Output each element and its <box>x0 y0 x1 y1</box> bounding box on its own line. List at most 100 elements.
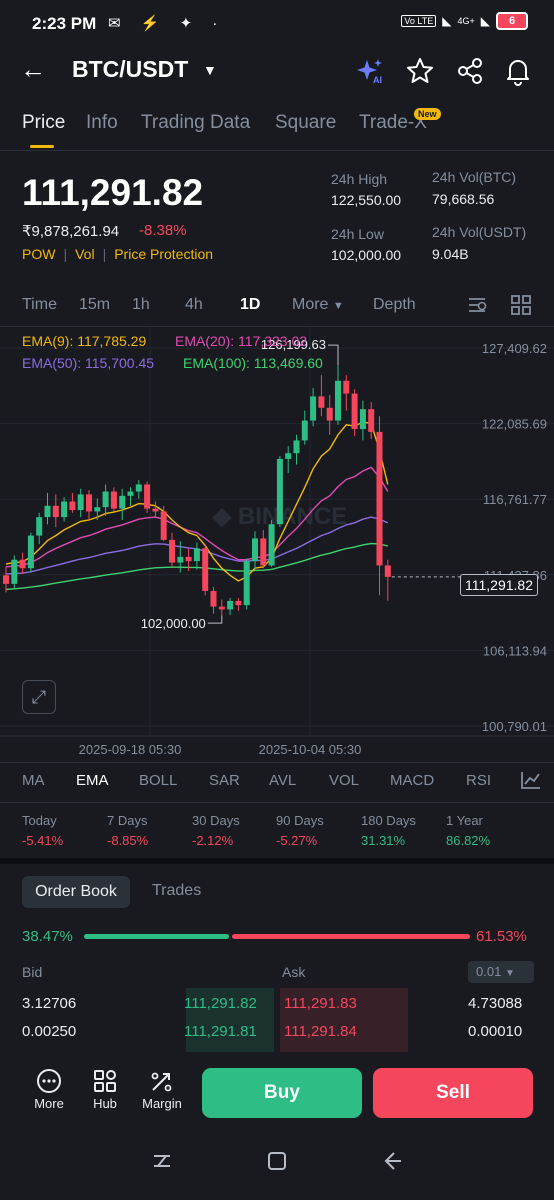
candle-body <box>44 505 51 518</box>
sell-button[interactable]: Sell <box>373 1068 533 1118</box>
candle-body <box>77 494 84 511</box>
bid-ratio-label: 38.47% <box>22 928 73 945</box>
perf-value-90d: -5.27% <box>276 833 318 848</box>
tab-square[interactable]: Square <box>275 112 336 134</box>
network-type-indicator: 4G+ <box>457 16 475 26</box>
tag-price-protection[interactable]: Price Protection <box>114 246 213 262</box>
tag-pow[interactable]: POW <box>22 246 55 262</box>
back-nav-icon[interactable] <box>380 1150 404 1179</box>
tab-trading-data[interactable]: Trading Data <box>141 112 250 134</box>
tab-info[interactable]: Info <box>86 112 118 134</box>
chevron-down-icon[interactable]: ▼ <box>203 62 217 78</box>
tab-price[interactable]: Price <box>22 112 65 134</box>
candle-body <box>376 431 383 566</box>
star-icon[interactable] <box>405 56 435 86</box>
last-price: 111,291.82 <box>22 172 204 213</box>
nav-hub[interactable]: Hub <box>79 1068 131 1111</box>
precision-value: 0.01 <box>476 964 502 979</box>
bid-qty: 0.00250 <box>22 1023 77 1040</box>
tag-separator: | <box>102 246 107 262</box>
nav-more[interactable]: More <box>23 1068 75 1111</box>
indicator-vol[interactable]: VOL <box>329 772 359 789</box>
bid-qty: 3.12706 <box>22 995 77 1012</box>
ask-price[interactable]: 111,291.83 <box>284 995 357 1012</box>
share-icon[interactable] <box>455 56 485 86</box>
home-icon[interactable] <box>266 1150 288 1179</box>
signal-icon: ◣ <box>480 14 490 28</box>
tf-depth[interactable]: Depth <box>373 296 416 314</box>
indicator-boll[interactable]: BOLL <box>139 772 177 789</box>
tf-1h[interactable]: 1h <box>132 296 150 314</box>
tf-1d[interactable]: 1D <box>240 296 260 314</box>
precision-select[interactable]: 0.01 ▼ <box>468 961 534 983</box>
indicator-avl[interactable]: AVL <box>269 772 296 789</box>
indicator-rsi[interactable]: RSI <box>466 772 491 789</box>
indicator-chart-icon[interactable] <box>520 770 542 795</box>
candle-body <box>368 409 375 432</box>
candlestick-chart[interactable]: 127,409.62122,085.69116,761.77111,437.86… <box>0 326 554 762</box>
bid-price[interactable]: 111,291.82 <box>184 995 257 1012</box>
tab-order-book[interactable]: Order Book <box>22 876 130 908</box>
candle-body <box>359 409 366 430</box>
caret-down-icon: ▼ <box>504 968 515 979</box>
vol-usdt-label: 24h Vol(USDT) <box>432 224 527 240</box>
bid-header: Bid <box>22 964 43 980</box>
ema9-label: EMA(9): 117,785.29 <box>22 333 147 349</box>
candle-body <box>94 507 101 512</box>
min-annotation-leader <box>207 615 223 624</box>
candle-body <box>86 494 92 512</box>
price-chart[interactable]: 127,409.62122,085.69116,761.77111,437.86… <box>0 326 554 762</box>
tag-vol[interactable]: Vol <box>75 246 94 262</box>
y-axis-label: 127,409.62 <box>482 341 547 356</box>
indicator-macd[interactable]: MACD <box>390 772 434 789</box>
tag-row: POW | Vol | Price Protection <box>22 246 213 262</box>
low-value: 102,000.00 <box>331 247 402 263</box>
chart-settings-icon[interactable] <box>466 294 488 321</box>
indicator-ema[interactable]: EMA <box>76 772 109 789</box>
tf-time[interactable]: Time <box>22 296 57 314</box>
y-axis-label: 122,085.69 <box>482 417 547 432</box>
tf-more[interactable]: More ▼ <box>292 296 344 314</box>
ema50-label: EMA(50): 115,700.45 <box>22 355 155 371</box>
nav-margin[interactable]: Margin <box>136 1068 188 1111</box>
recent-apps-icon[interactable] <box>150 1150 174 1179</box>
system-indicators: Vo LTE ◣ 4G+ ◣ 6 <box>401 12 528 30</box>
bell-icon[interactable] <box>503 56 533 86</box>
candle-body <box>318 396 325 408</box>
tf-4h[interactable]: 4h <box>185 296 203 314</box>
layout-grid-icon[interactable] <box>510 294 532 321</box>
notification-icons: ✉ ⚡ ✦ · <box>108 15 226 32</box>
price-change: -8.38% <box>139 222 187 239</box>
nav-more-label: More <box>34 1096 64 1111</box>
pair-title[interactable]: BTC/USDT <box>72 56 188 83</box>
candle-body <box>160 511 167 540</box>
buy-button[interactable]: Buy <box>202 1068 362 1118</box>
ask-ratio-bar <box>232 934 470 939</box>
x-axis-label: 2025-09-18 05:30 <box>79 742 182 757</box>
candle-body <box>152 508 159 512</box>
expand-chart-icon[interactable]: ⤢ <box>22 680 56 714</box>
hub-grid-icon <box>79 1068 131 1096</box>
candle-body <box>301 420 308 441</box>
candle-body <box>351 393 358 430</box>
indicator-sar[interactable]: SAR <box>209 772 240 789</box>
y-axis-label: 100,790.01 <box>482 719 547 734</box>
perf-value-1y: 86.82% <box>446 833 491 848</box>
candle-body <box>177 556 184 563</box>
candle-body <box>285 453 292 459</box>
perf-label-180d: 180 Days <box>361 813 416 828</box>
indicator-ma[interactable]: MA <box>22 772 45 789</box>
candle-body <box>61 501 68 518</box>
bid-price[interactable]: 111,291.81 <box>184 1023 257 1040</box>
ai-sparkle-icon[interactable]: AI <box>356 56 386 86</box>
back-button[interactable]: ← <box>20 54 52 85</box>
vol-usdt-value: 9.04B <box>432 246 469 262</box>
tf-15m[interactable]: 15m <box>79 296 110 314</box>
candle-body <box>384 565 391 577</box>
perf-value-180d: 31.31% <box>361 833 406 848</box>
candle-body <box>36 517 43 536</box>
section-divider <box>0 858 554 864</box>
tab-trades[interactable]: Trades <box>152 882 201 900</box>
perf-label-7d: 7 Days <box>107 813 148 828</box>
ask-price[interactable]: 111,291.84 <box>284 1023 357 1040</box>
